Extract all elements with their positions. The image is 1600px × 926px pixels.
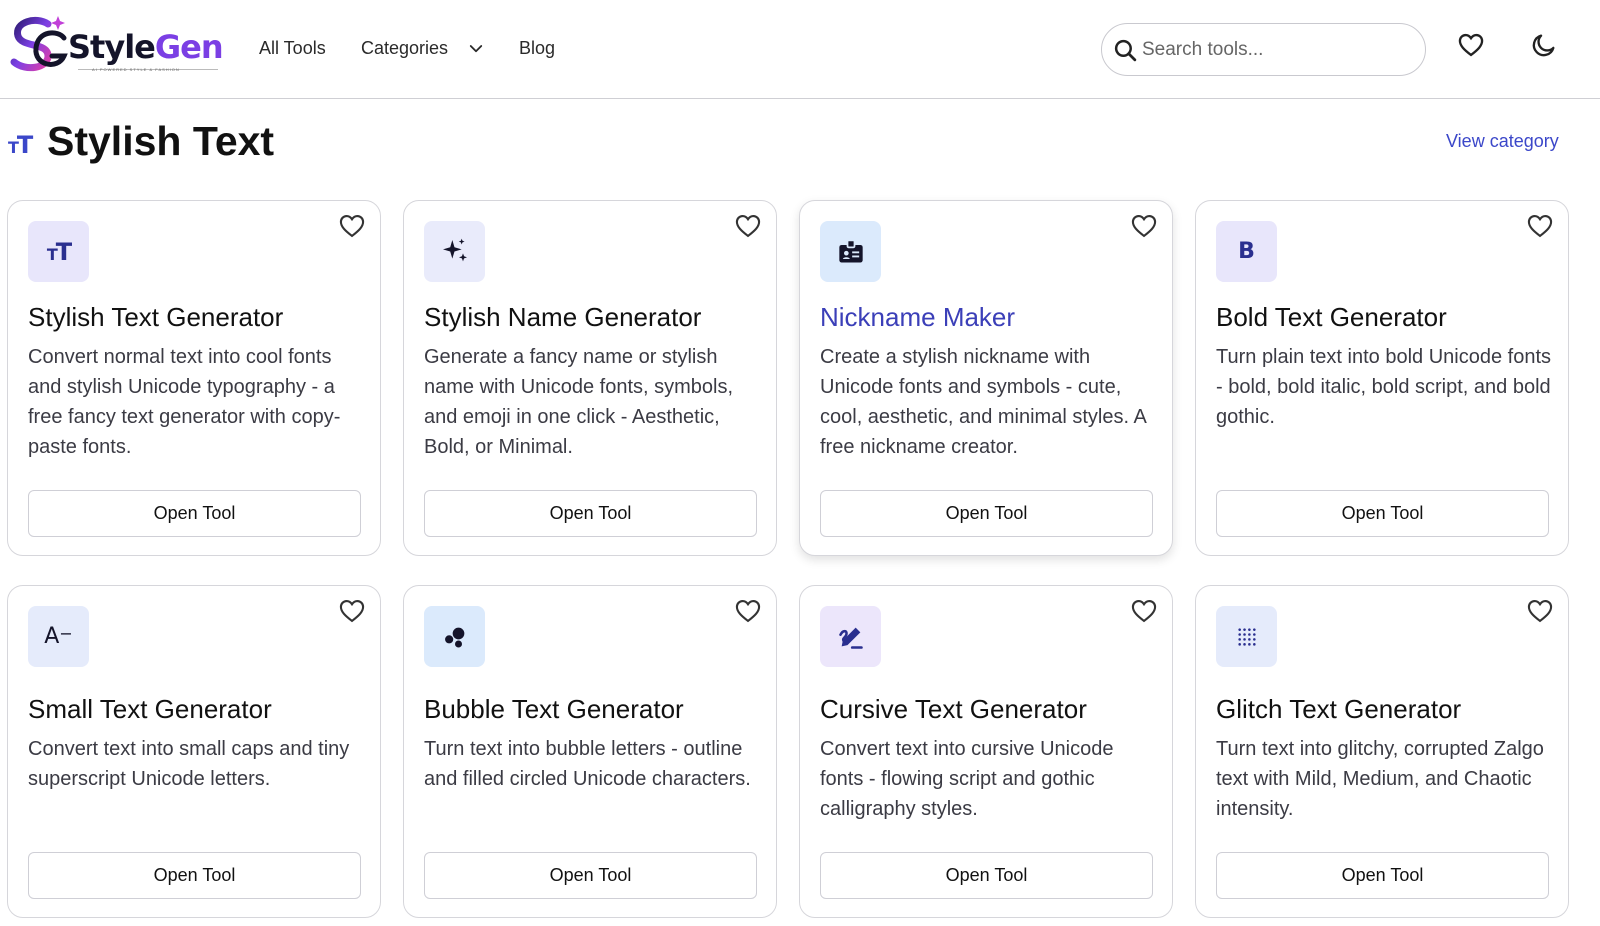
card-title[interactable]: Bold Text Generator xyxy=(1216,302,1447,333)
favorite-heart-icon[interactable] xyxy=(1526,597,1554,625)
brand-tagline: AI POWERED STYLE & FASHION xyxy=(92,67,180,72)
stylegen-logo[interactable]: StyleGen AI POWERED STYLE & FASHION xyxy=(8,14,224,76)
card-icon-box: A− xyxy=(28,606,89,667)
favorite-heart-icon[interactable] xyxy=(1526,212,1554,240)
top-header: StyleGen AI POWERED STYLE & FASHION All … xyxy=(0,0,1600,99)
card-title[interactable]: Bubble Text Generator xyxy=(424,694,684,725)
card-description: Convert normal text into cool fonts and … xyxy=(28,346,341,458)
nav-categories[interactable]: Categories xyxy=(361,38,483,59)
id-badge-icon xyxy=(838,238,863,262)
card-title[interactable]: Stylish Text Generator xyxy=(28,302,283,333)
text-size-icon: TT xyxy=(8,131,33,159)
card-icon-box xyxy=(820,221,881,282)
search-input[interactable] xyxy=(1142,36,1412,64)
card-description: Turn text into glitchy, corrupted Zalgo … xyxy=(1216,738,1544,820)
dark-mode-moon-icon[interactable] xyxy=(1530,31,1558,59)
nav-categories-label: Categories xyxy=(361,38,449,58)
nav-all-tools[interactable]: All Tools xyxy=(259,38,326,59)
favorite-heart-icon[interactable] xyxy=(338,597,366,625)
favorite-heart-icon[interactable] xyxy=(338,212,366,240)
card-title[interactable]: Cursive Text Generator xyxy=(820,694,1087,725)
tool-card[interactable]: TT Stylish Text Generator Convert normal… xyxy=(7,200,381,556)
open-tool-button[interactable]: Open Tool xyxy=(424,490,757,537)
card-description: Convert text into cursive Unicode fonts … xyxy=(820,738,1114,820)
card-description: Generate a fancy name or stylish name wi… xyxy=(424,346,734,458)
card-description: Convert text into small caps and tiny su… xyxy=(28,738,350,790)
tool-card[interactable]: Cursive Text Generator Convert text into… xyxy=(799,585,1173,918)
favorite-heart-icon[interactable] xyxy=(734,597,762,625)
section-title: Stylish Text xyxy=(47,118,275,164)
tool-card[interactable]: A− Small Text Generator Convert text int… xyxy=(7,585,381,918)
card-description: Turn plain text into bold Unicode fonts … xyxy=(1216,346,1552,428)
favorites-heart-icon[interactable] xyxy=(1457,31,1485,59)
open-tool-button[interactable]: Open Tool xyxy=(820,852,1153,899)
card-title[interactable]: Stylish Name Generator xyxy=(424,302,701,333)
card-description: Create a stylish nickname with Unicode f… xyxy=(820,346,1146,458)
open-tool-button[interactable]: Open Tool xyxy=(28,852,361,899)
open-tool-button[interactable]: Open Tool xyxy=(1216,852,1549,899)
favorite-heart-icon[interactable] xyxy=(1130,597,1158,625)
text-size-icon: TT xyxy=(46,237,72,266)
tool-card[interactable]: Nickname Maker Create a stylish nickname… xyxy=(799,200,1173,556)
card-title[interactable]: Nickname Maker xyxy=(820,302,1015,333)
signature-icon xyxy=(838,627,863,649)
logo-mark-icon xyxy=(10,16,68,72)
open-tool-button[interactable]: Open Tool xyxy=(424,852,757,899)
view-category-link[interactable]: View category xyxy=(1446,131,1559,152)
card-title[interactable]: Glitch Text Generator xyxy=(1216,694,1461,725)
search-icon xyxy=(1114,39,1137,62)
tool-card[interactable]: Bubble Text Generator Turn text into bub… xyxy=(403,585,777,918)
card-icon-box xyxy=(1216,606,1277,667)
search-box[interactable] xyxy=(1101,23,1426,76)
font-decrease-icon: A− xyxy=(44,624,73,649)
chevron-down-icon xyxy=(469,45,483,53)
nav-blog[interactable]: Blog xyxy=(519,38,555,59)
brand-name: StyleGen xyxy=(68,28,224,66)
card-icon-box xyxy=(424,606,485,667)
open-tool-button[interactable]: Open Tool xyxy=(820,490,1153,537)
sparkles-icon xyxy=(442,238,467,261)
card-description: Turn text into bubble letters - outline … xyxy=(424,738,751,790)
bubbles-icon xyxy=(444,627,464,647)
card-title[interactable]: Small Text Generator xyxy=(28,694,272,725)
card-icon-box xyxy=(424,221,485,282)
bold-icon: B xyxy=(1238,239,1255,264)
tool-card[interactable]: Glitch Text Generator Turn text into gli… xyxy=(1195,585,1569,918)
favorite-heart-icon[interactable] xyxy=(1130,212,1158,240)
open-tool-button[interactable]: Open Tool xyxy=(1216,490,1549,537)
card-icon-box: TT xyxy=(28,221,89,282)
card-icon-box: B xyxy=(1216,221,1277,282)
dot-grid-icon xyxy=(1237,627,1256,646)
tool-card[interactable]: B Bold Text Generator Turn plain text in… xyxy=(1195,200,1569,556)
tool-card[interactable]: Stylish Name Generator Generate a fancy … xyxy=(403,200,777,556)
open-tool-button[interactable]: Open Tool xyxy=(28,490,361,537)
favorite-heart-icon[interactable] xyxy=(734,212,762,240)
card-icon-box xyxy=(820,606,881,667)
